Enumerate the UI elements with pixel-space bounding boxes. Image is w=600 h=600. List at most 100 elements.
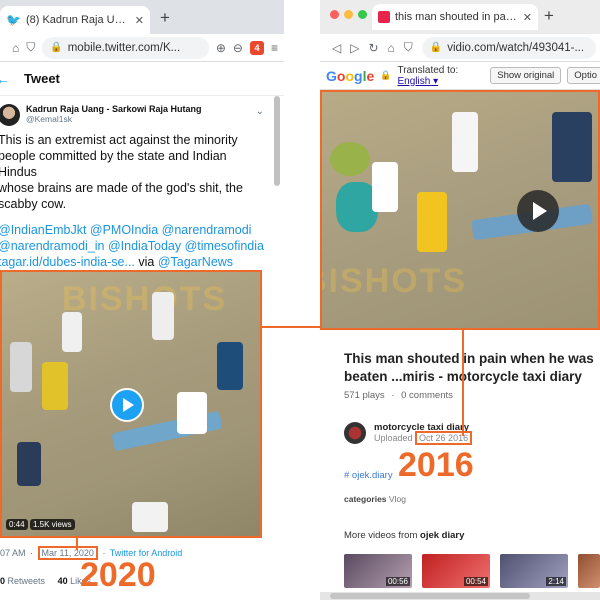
tweet-line: scabby cow. [0,197,67,211]
lock-icon: 🔒 [380,70,392,80]
more-videos-label: More videos from [344,530,418,541]
category-link[interactable]: Vlog [389,494,406,504]
person-figure [62,312,82,352]
window-close-button[interactable] [330,10,339,19]
tagar-link[interactable]: @TagarNews [158,255,233,269]
avatar[interactable] [0,104,20,126]
channel-info: motorcycle taxi diary Uploaded Oct 26 20… [344,422,473,445]
upload-info: Uploaded Oct 26 2016 [374,431,473,445]
back-icon[interactable]: ◁ [332,41,341,55]
person-figure [42,362,68,410]
via-text: via [134,255,158,269]
url-text: mobile.twitter.com/K... [67,41,181,54]
close-icon[interactable]: ✕ [523,11,532,24]
like-count[interactable]: 40 [58,576,68,586]
play-button[interactable] [110,388,144,422]
home-icon[interactable]: ⌂ [388,41,395,55]
video-thumbnail[interactable] [578,554,600,588]
video-thumbnail[interactable]: 00:54 [422,554,490,588]
video-thumbnail[interactable]: 00:56 [344,554,412,588]
url-field[interactable]: 🔒 vidio.com/watch/493041-... [421,36,596,59]
vidio-video[interactable]: BISHOTS [320,90,600,330]
mention-link[interactable]: @narendramodi_in @IndiaToday @timesofind… [0,238,284,254]
close-icon[interactable]: ✕ [135,14,144,27]
language-value: English [397,75,431,87]
bookmark-icon[interactable]: ⛉ [26,40,35,55]
watermark: BISHOTS [322,262,468,300]
author-name[interactable]: Kadrun Raja Uang - Sarkowi Raja Hutang [26,104,202,114]
zoom-icon[interactable]: ⊖ [233,41,243,55]
person-figure [152,292,174,340]
vidio-browser-window: this man shouted in pain beaten ✕ + ◁ ▷ … [320,0,600,600]
tab-bar: 🐦 (8) Kadrun Raja Uang - Sarkowi R ✕ + [0,0,284,34]
categories: categories Vlog [344,494,406,504]
tweet-author[interactable]: Kadrun Raja Uang - Sarkowi Raja Hutang @… [0,96,284,126]
bookmark-icon[interactable]: ⛉ [404,40,413,55]
scrollbar[interactable] [274,96,280,186]
video-duration: 0:44 [6,519,28,530]
scrollbar-thumb[interactable] [330,593,530,599]
screenshot-root: 🐦 (8) Kadrun Raja Uang - Sarkowi R ✕ + ⌂… [0,0,600,600]
retweet-label[interactable]: Retweets [8,576,46,586]
chevron-down-icon[interactable]: ⌄ [256,106,264,117]
pane-gap [284,0,320,600]
person-figure [177,392,207,434]
lock-icon: 🔒 [429,42,443,53]
retweet-count[interactable]: 0 [0,576,5,586]
tweet-links: @IndianEmbJkt @PMOIndia @narendramodi @n… [0,222,284,270]
extension-count: 4 [254,42,260,53]
person-figure [217,342,243,390]
more-videos-channel[interactable]: ojek diary [420,530,464,541]
video-title: This man shouted in pain when he was bea… [344,351,594,384]
uploaded-label: Uploaded [374,433,413,443]
article-link[interactable]: tagar.id/dubes-india-se... [0,255,135,269]
tweet-stats: 0 Retweets 40 Likes [0,576,91,586]
translate-info: Translated to: English ▾ [397,65,458,87]
tweet-line: This is an extremist act against the min… [0,133,238,147]
basin-object [330,142,370,176]
new-tab-button[interactable]: + [160,8,170,28]
show-original-button[interactable]: Show original [490,67,562,84]
categories-label: categories [344,494,387,504]
tab-twitter[interactable]: 🐦 (8) Kadrun Raja Uang - Sarkowi R ✕ [0,6,150,34]
add-icon[interactable]: ⊕ [216,41,226,55]
horizontal-scrollbar[interactable] [320,592,600,600]
url-field[interactable]: 🔒 mobile.twitter.com/K... [42,36,209,59]
connector-line [76,538,78,550]
reload-icon[interactable]: ↻ [368,41,378,55]
video-views: 1.5K views [30,519,75,530]
person-figure [552,112,592,182]
new-tab-button[interactable]: + [544,6,554,26]
year-label-2016: 2016 [398,446,474,484]
tab-vidio[interactable]: this man shouted in pain beaten ✕ [372,4,538,30]
year-label-2020: 2020 [80,556,156,594]
connector-line [262,326,320,328]
menu-icon[interactable]: ≡ [271,41,278,55]
hashtag-link[interactable]: # ojek.diary [344,470,393,481]
tweet-line: whose brains are made of the god's shit,… [0,181,243,195]
author-handle[interactable]: @Kemal1sk [26,114,202,124]
translated-to-label: Translated to: [397,64,459,76]
back-arrow-icon[interactable]: ← [0,71,10,87]
google-logo: Google [326,67,375,84]
mention-link[interactable]: @IndianEmbJkt @PMOIndia @narendramodi [0,222,284,238]
window-minimize-button[interactable] [344,10,353,19]
tab-bar: this man shouted in pain beaten ✕ + [320,0,600,34]
person-figure [132,502,168,532]
language-select[interactable]: English ▾ [397,76,458,87]
tweet-time: 07 AM [0,548,26,558]
tweet-header: ← Tweet [0,62,284,96]
twitter-browser-window: 🐦 (8) Kadrun Raja Uang - Sarkowi R ✕ + ⌂… [0,0,284,600]
forward-icon[interactable]: ▷ [350,41,359,55]
url-text: vidio.com/watch/493041-... [447,41,585,54]
tweet-video[interactable]: BISHOTS 0:44 1.5K views [0,270,262,538]
address-bar: ⌂ ⛉ 🔒 mobile.twitter.com/K... ⊕ ⊖ 4 ≡ [0,34,284,62]
home-icon[interactable]: ⌂ [12,41,19,55]
play-button[interactable] [517,190,559,232]
comment-count[interactable]: 0 comments [401,390,453,401]
brave-shield-icon[interactable]: 4 [249,40,264,55]
channel-avatar[interactable] [344,422,366,444]
video-thumbnail[interactable]: 2:14 [500,554,568,588]
window-maximize-button[interactable] [358,10,367,19]
options-button[interactable]: Optio [567,67,600,84]
